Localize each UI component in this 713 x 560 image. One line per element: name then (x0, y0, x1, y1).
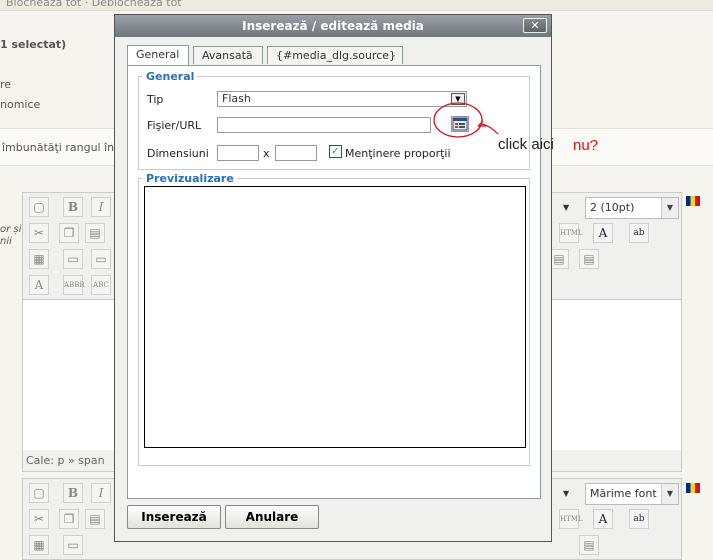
preview-fieldset: Previzualizare (138, 172, 530, 466)
style-icon[interactable]: A (29, 275, 49, 295)
table-icon[interactable]: ▭ (63, 249, 83, 269)
tab-advanced[interactable]: Avansată (193, 46, 263, 64)
table-icon-2[interactable]: ▭ (63, 535, 83, 555)
copy-icon-2[interactable]: ❐ (59, 509, 79, 529)
absolute-icon-2[interactable]: ▤ (579, 535, 599, 555)
left-note-1: or și (0, 224, 22, 235)
dropdown-chevron-icon[interactable]: ▼ (563, 203, 569, 212)
preview-legend: Previzualizare (143, 172, 237, 185)
dialog-title: Inserează / editează media (115, 15, 551, 37)
file-url-label: Fişier/URL (147, 119, 202, 132)
italic-icon-2[interactable]: I (91, 483, 111, 503)
font-size-select[interactable]: 2 (10pt) ▼ (585, 197, 679, 219)
cancel-button[interactable]: Anulare (225, 505, 319, 529)
general-legend: General (143, 70, 198, 83)
left-note-2: nii (0, 236, 12, 247)
band-text: îmbunătăţi rangul în (2, 141, 115, 154)
constrain-label: Menţinere proporţii (345, 147, 451, 160)
chevron-down-icon: ▼ (661, 198, 678, 218)
new-document-icon[interactable]: ▢ (29, 197, 49, 217)
insert-layer-icon[interactable]: ▤ (549, 249, 569, 269)
question-note: nu? (573, 137, 599, 154)
cut-icon[interactable]: ✂ (29, 223, 49, 243)
element-path: Cale: p » span (26, 454, 105, 467)
bold-icon[interactable]: B (63, 197, 83, 217)
abbr-icon[interactable]: ABBR (63, 275, 85, 295)
italic-icon[interactable]: I (91, 197, 111, 217)
width-input[interactable] (217, 145, 259, 161)
height-input[interactable] (275, 145, 317, 161)
text-color-icon[interactable]: A (593, 223, 613, 243)
paste-icon-2[interactable]: ▤ (85, 509, 105, 529)
copy-icon[interactable]: ❐ (59, 223, 79, 243)
tab-source[interactable]: {#media_dlg.source} (267, 46, 403, 64)
close-icon[interactable]: ✕ (523, 18, 547, 33)
side-text-2: nomice (0, 98, 41, 111)
chevron-down-icon: ▼ (661, 484, 678, 504)
template-icon-2[interactable]: ▦ (29, 535, 49, 555)
top-links[interactable]: Blocheaza tot · Deblocheaza tot (6, 0, 182, 9)
font-size-select-2[interactable]: Mărime font ▼ (585, 483, 679, 505)
absolute-icon[interactable]: ▤ (579, 249, 599, 269)
template-icon[interactable]: ▦ (29, 249, 49, 269)
constrain-checkbox[interactable]: ✓ (329, 145, 342, 158)
selection-count: 1 selectat) (0, 38, 67, 51)
text-color-icon-2[interactable]: A (593, 509, 613, 529)
side-text-1: re (0, 78, 12, 91)
type-label: Tip (147, 93, 164, 106)
dropdown-chevron-icon-2[interactable]: ▼ (563, 489, 569, 498)
cut-icon-2[interactable]: ✂ (29, 509, 49, 529)
paste-icon[interactable]: ▤ (85, 223, 105, 243)
row-icon[interactable]: ▭ (91, 249, 111, 269)
bold-icon-2[interactable]: B (63, 483, 83, 503)
html-icon[interactable]: HTML (559, 223, 583, 243)
dimensions-label: Dimensiuni (147, 147, 209, 160)
preview-area (144, 186, 526, 448)
html-icon-2[interactable]: HTML (559, 509, 583, 529)
insert-button[interactable]: Inserează (127, 505, 221, 529)
page-header-strip: Blocheaza tot · Deblocheaza tot (0, 0, 713, 11)
media-dialog: Inserează / editează media ✕ General Ava… (114, 14, 552, 542)
times-sign: x (263, 147, 270, 160)
highlight-color-icon-2[interactable]: ab (629, 509, 649, 529)
acronym-icon[interactable]: ABC (91, 275, 111, 295)
new-document-icon-2[interactable]: ▢ (29, 483, 49, 503)
tab-general[interactable]: General (127, 45, 189, 65)
romanian-flag-icon[interactable] (686, 196, 700, 206)
file-url-input[interactable] (217, 117, 431, 133)
romanian-flag-icon-2[interactable] (686, 483, 700, 493)
click-here-note: click aici (498, 136, 554, 153)
highlight-color-icon[interactable]: ab (629, 223, 649, 243)
